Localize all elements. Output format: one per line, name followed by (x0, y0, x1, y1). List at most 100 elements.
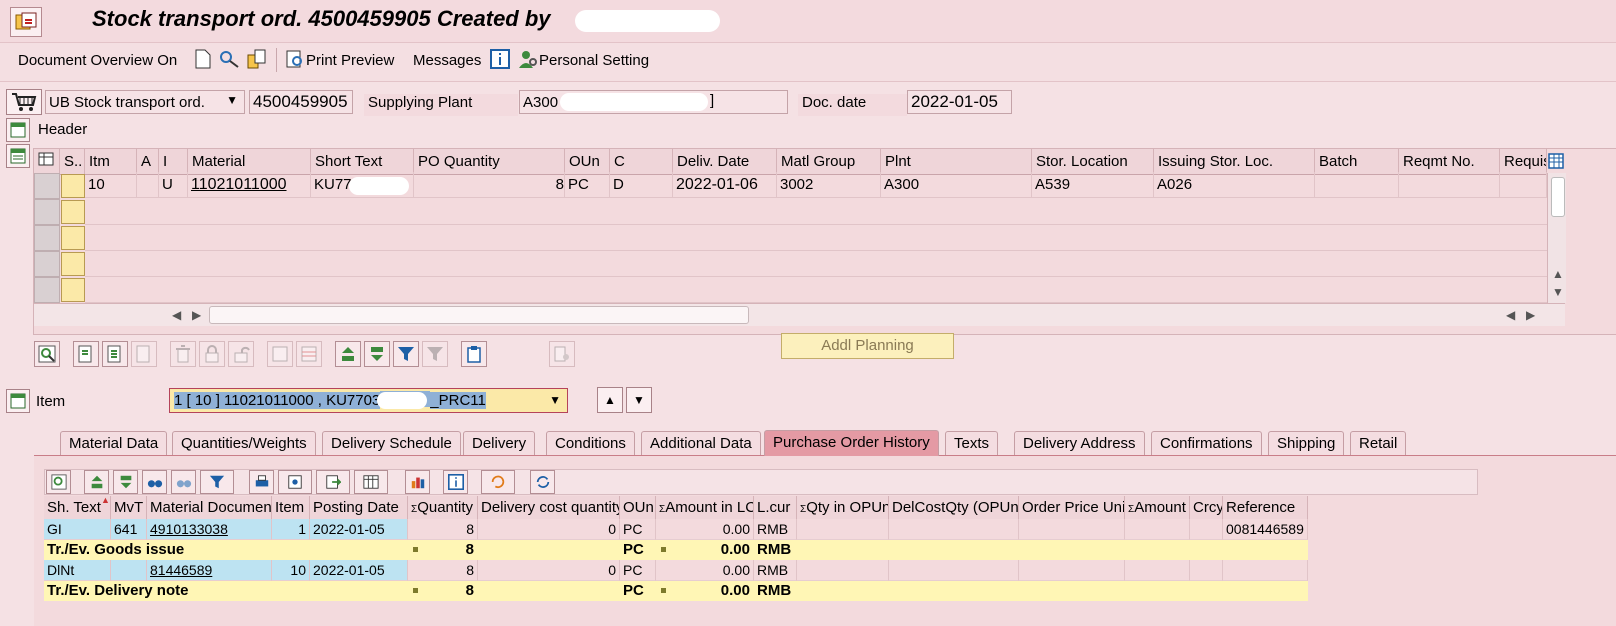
history-details-icon[interactable] (46, 470, 71, 494)
filter-icon[interactable] (393, 341, 419, 367)
table-config-icon[interactable] (1547, 151, 1565, 171)
cell-po-quantity[interactable]: 8 (414, 172, 565, 198)
cell-quantity[interactable]: 8 (408, 519, 478, 540)
cell-material-document[interactable]: 4910133038 (147, 519, 272, 540)
tab-delivery[interactable]: Delivery (463, 431, 536, 455)
tab-retail[interactable]: Retail (1350, 431, 1407, 455)
cell-delcostqty-opun[interactable] (889, 519, 1019, 540)
scroll-right-icon[interactable]: ▶ (192, 308, 201, 322)
tab-delivery-address[interactable]: Delivery Address (1014, 431, 1145, 455)
tab-quantities-weights[interactable]: Quantities/Weights (172, 431, 316, 455)
total-row-goods-issue[interactable]: Tr./Ev. Goods issue 8 PC 0.00 RMB (44, 540, 1308, 560)
details-icon[interactable] (34, 341, 60, 367)
cell-posting-date[interactable]: 2022-01-05 (310, 560, 408, 581)
status-cell[interactable] (61, 278, 85, 302)
total-row-delivery-note[interactable]: Tr./Ev. Delivery note 8 PC 0.00 RMB (44, 581, 1308, 601)
cell-posting-date[interactable]: 2022-01-05 (310, 519, 408, 540)
cart-icon[interactable] (6, 89, 42, 115)
clipboard-icon[interactable] (461, 341, 487, 367)
cell-item[interactable]: 1 (272, 519, 310, 540)
item-detail-expand-icon[interactable] (6, 389, 30, 413)
planning-icon[interactable] (549, 341, 575, 367)
unlock-icon[interactable] (228, 341, 254, 367)
header-expand-icon[interactable] (6, 118, 30, 142)
tab-conditions[interactable]: Conditions (546, 431, 635, 455)
messages-button[interactable]: Messages (413, 52, 481, 69)
cell-delivery-cost-quantity[interactable]: 0 (478, 560, 620, 581)
personal-setting-button[interactable]: Personal Setting (539, 52, 649, 69)
sort-ascending-icon[interactable] (335, 341, 361, 367)
po-number-field[interactable]: 4500459905 (249, 90, 353, 114)
history-graphic-icon[interactable] (405, 470, 430, 494)
cell-material[interactable]: 11021011000 (188, 172, 311, 198)
cell-delcostqty-opun[interactable] (889, 560, 1019, 581)
print-preview-button[interactable]: Print Preview (306, 52, 394, 69)
cell-mvt[interactable] (111, 560, 147, 581)
vertical-scroll-thumb[interactable] (1551, 177, 1565, 217)
cell-reference[interactable]: 0081446589 (1223, 519, 1308, 540)
transaction-icon[interactable] (10, 7, 42, 37)
cell-issuing-stor-loc[interactable]: A026 (1154, 172, 1315, 198)
history-info-icon[interactable] (443, 470, 468, 494)
row-selector[interactable] (34, 251, 60, 277)
filter-delete-icon[interactable] (422, 341, 448, 367)
personal-setting-icon[interactable] (517, 48, 539, 70)
cell-matl-group[interactable]: 3002 (777, 172, 881, 198)
tab-material-data[interactable]: Material Data (60, 431, 168, 455)
tab-texts[interactable]: Texts (945, 431, 999, 455)
history-sort-desc-icon[interactable] (113, 470, 138, 494)
column-header-amount[interactable]: ΣAmount (1125, 496, 1190, 519)
cell-lcur[interactable]: RMB (754, 519, 797, 540)
row-selector[interactable] (34, 225, 60, 251)
vertical-scrollbar[interactable]: ▲ ▼ (1547, 173, 1566, 303)
history-view-icon[interactable] (278, 470, 312, 494)
cell-c[interactable]: D (610, 172, 673, 198)
horizontal-scrollbar[interactable]: ◀ ▶ ◀ ▶ (34, 303, 1565, 326)
tab-additional-data[interactable]: Additional Data (641, 431, 761, 455)
history-find-next-icon[interactable] (171, 470, 196, 494)
column-settings-icon[interactable] (34, 149, 60, 175)
history-sort-asc-icon[interactable] (84, 470, 109, 494)
cell-order-price-unit[interactable] (1019, 519, 1125, 540)
column-header-mvt[interactable]: MvT (111, 496, 147, 519)
lock-icon[interactable] (199, 341, 225, 367)
column-header-order-price-unit[interactable]: Order Price Unit (1019, 496, 1125, 519)
addl-planning-button[interactable]: Addl Planning (781, 333, 954, 359)
cell-qty-in-opun[interactable] (797, 519, 889, 540)
column-header-qty-in-opun[interactable]: ΣQty in OPUn (797, 496, 889, 519)
history-export-icon[interactable] (316, 470, 350, 494)
row-selector[interactable] (34, 277, 60, 303)
cell-material-document[interactable]: 81446589 (147, 560, 272, 581)
select-all-icon[interactable] (267, 341, 293, 367)
doc-date-field[interactable]: 2022-01-05 (907, 90, 1012, 114)
print-preview-icon[interactable] (284, 48, 306, 70)
column-header-amount-in-lc[interactable]: ΣAmount in LC (656, 496, 754, 519)
cell-batch[interactable] (1315, 172, 1399, 198)
cell-qty-in-opun[interactable] (797, 560, 889, 581)
scroll-left-icon[interactable]: ◀ (172, 308, 181, 322)
column-header-delivery-cost-quantity[interactable]: Delivery cost quantity (478, 496, 620, 519)
cell-stor-location[interactable]: A539 (1032, 172, 1154, 198)
info-icon[interactable] (489, 48, 511, 70)
cell-plnt[interactable]: A300 (881, 172, 1032, 198)
previous-item-button[interactable]: ▲ (597, 387, 623, 413)
next-item-button[interactable]: ▼ (626, 387, 652, 413)
column-header-reference[interactable]: Reference (1223, 496, 1308, 519)
sort-descending-icon[interactable] (364, 341, 390, 367)
scroll-up-icon[interactable]: ▲ (1552, 267, 1564, 281)
cell-amount-in-lc[interactable]: 0.00 (656, 519, 754, 540)
horizontal-scroll-thumb[interactable] (209, 306, 749, 324)
cell-mvt[interactable]: 641 (111, 519, 147, 540)
cell-crcy[interactable] (1190, 560, 1223, 581)
history-print-icon[interactable] (249, 470, 274, 494)
cell-lcur[interactable]: RMB (754, 560, 797, 581)
cell-amount[interactable] (1125, 519, 1190, 540)
new-document-icon[interactable] (192, 48, 214, 70)
items-collapse-icon[interactable] (6, 144, 30, 168)
item-select-dropdown[interactable]: 1 [ 10 ] 11021011000 , KU7703 _PRC11 ▼ (169, 388, 568, 413)
history-refresh-icon[interactable] (530, 470, 555, 494)
scroll-right-icon[interactable]: ▶ (1526, 308, 1535, 322)
deselect-all-icon[interactable] (296, 341, 322, 367)
status-cell[interactable] (61, 200, 85, 224)
column-header-status[interactable]: S.. (60, 149, 85, 175)
